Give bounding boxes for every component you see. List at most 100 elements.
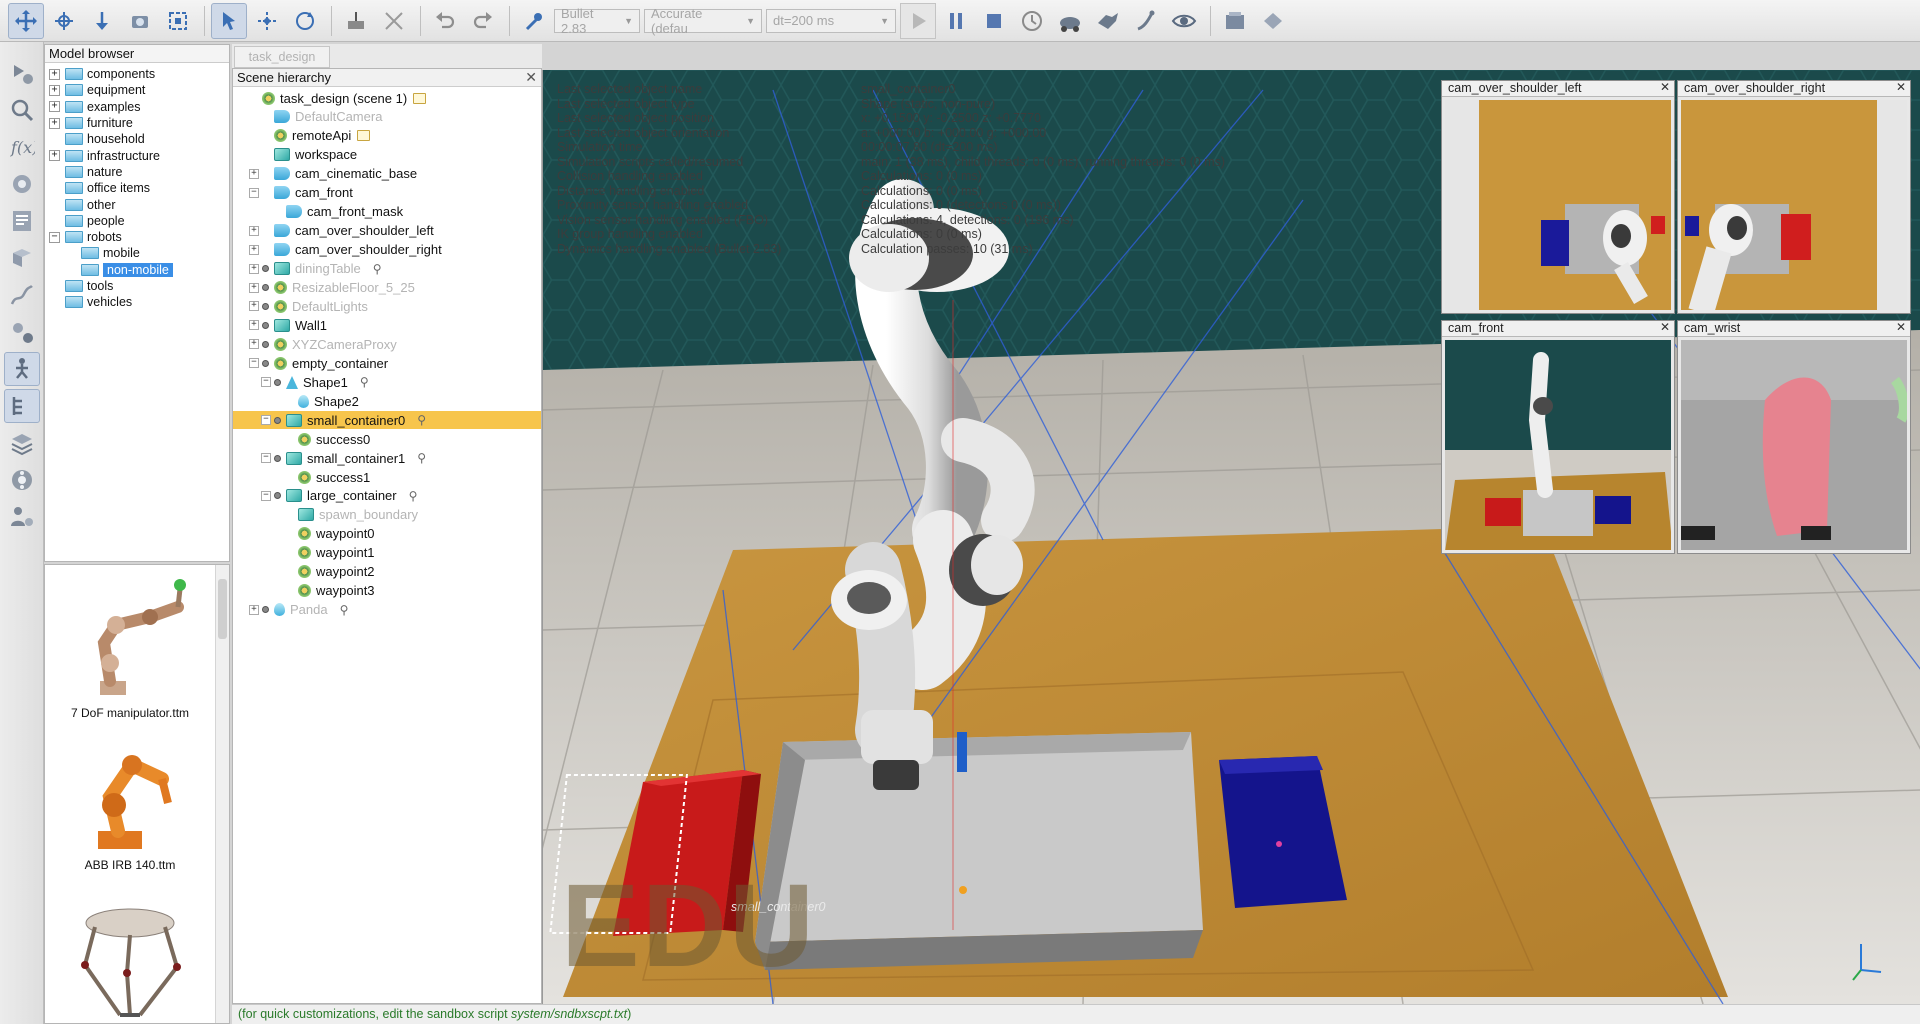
- camera-view-over-shoulder-left[interactable]: cam_over_shoulder_left ✕: [1441, 80, 1675, 314]
- model-folder-household[interactable]: household: [45, 131, 229, 147]
- scene-object-spawn-boundary[interactable]: spawn_boundary: [233, 506, 541, 524]
- tree-expander-icon[interactable]: +: [49, 117, 60, 129]
- close-icon[interactable]: ✕: [525, 69, 537, 86]
- scene-object-cam-over-shoulder-left[interactable]: + cam_over_shoulder_left: [233, 222, 541, 240]
- model-folder-office-items[interactable]: office items: [45, 180, 229, 196]
- scene-object-workspace[interactable]: workspace: [233, 146, 541, 164]
- tree-expander-icon[interactable]: +: [249, 339, 259, 350]
- thumbnails-scrollbar[interactable]: [215, 565, 229, 1023]
- scene-object-small-container1[interactable]: − small_container1 ⚲: [233, 449, 541, 467]
- tree-expander-icon[interactable]: +: [49, 150, 60, 162]
- scripts-icon[interactable]: [4, 204, 40, 238]
- scene-object-cam-front-mask[interactable]: cam_front_mask: [233, 203, 541, 221]
- dynamic-properties-icon[interactable]: ⚲: [340, 603, 355, 617]
- scene-hierarchy-toggle-icon[interactable]: [1217, 3, 1253, 39]
- visibility-toggle-icon[interactable]: [262, 302, 269, 310]
- layers-icon[interactable]: [1255, 3, 1291, 39]
- functions-icon[interactable]: f(x): [4, 130, 40, 164]
- click-select-icon[interactable]: [211, 2, 247, 39]
- model-folder-robots[interactable]: − robots: [45, 229, 229, 245]
- tree-expander-icon[interactable]: −: [261, 377, 271, 388]
- scene-object-waypoint0[interactable]: waypoint0: [233, 525, 541, 543]
- close-icon[interactable]: ✕: [1660, 81, 1670, 95]
- model-folder-tools[interactable]: tools: [45, 278, 229, 294]
- scene-object-remoteapi[interactable]: remoteApi: [233, 127, 541, 145]
- fit-to-view-icon[interactable]: [160, 3, 196, 39]
- model-folder-infrastructure[interactable]: + infrastructure: [45, 147, 229, 163]
- scene-object-success1[interactable]: success1: [233, 468, 541, 486]
- scene-viewport[interactable]: Last selected object name Last selected o…: [542, 70, 1920, 1004]
- visibility-toggle-icon[interactable]: [262, 340, 269, 348]
- visibility-toggle-icon[interactable]: [262, 284, 269, 291]
- visualization-icon[interactable]: [1166, 3, 1202, 39]
- dynamic-properties-icon[interactable]: ⚲: [417, 413, 432, 427]
- shape-edit-icon[interactable]: [4, 241, 40, 275]
- scene-object-waypoint2[interactable]: waypoint2: [233, 563, 541, 581]
- scene-object-cam-front[interactable]: − cam_front: [233, 184, 541, 202]
- transfer-dna-icon[interactable]: [376, 3, 412, 39]
- tree-expander-icon[interactable]: +: [249, 282, 259, 293]
- model-thumbnail-delta[interactable]: [45, 895, 215, 1023]
- camera-shift-icon[interactable]: [84, 3, 120, 39]
- camera-pan-icon[interactable]: [8, 2, 44, 39]
- undo-icon[interactable]: [427, 3, 463, 39]
- model-folder-nature[interactable]: nature: [45, 164, 229, 180]
- model-folder-mobile[interactable]: mobile: [45, 245, 229, 261]
- tree-expander-icon[interactable]: +: [249, 320, 259, 331]
- user-settings-icon[interactable]: [4, 500, 40, 534]
- path-edit-icon[interactable]: [4, 278, 40, 312]
- scrollbar-thumb[interactable]: [218, 579, 227, 639]
- tree-expander-icon[interactable]: +: [249, 225, 259, 236]
- scene-object-xyzcameraproxy[interactable]: + XYZCameraProxy: [233, 335, 541, 353]
- tree-expander-icon[interactable]: +: [249, 604, 259, 615]
- scene-object-wall1[interactable]: + Wall1: [233, 316, 541, 334]
- script-icon[interactable]: [357, 130, 371, 142]
- faster-icon[interactable]: [1090, 3, 1126, 39]
- model-thumbnail-abb-irb140[interactable]: ABB IRB 140.ttm: [45, 735, 215, 872]
- tab-task-design[interactable]: task_design: [234, 46, 330, 68]
- model-folder-other[interactable]: other: [45, 196, 229, 212]
- visibility-toggle-icon[interactable]: [274, 416, 281, 424]
- scene-object-waypoint3[interactable]: waypoint3: [233, 582, 541, 600]
- scene-object-panda[interactable]: + Panda ⚲: [233, 601, 541, 619]
- tree-expander-icon[interactable]: +: [49, 68, 60, 80]
- visibility-toggle-icon[interactable]: [262, 321, 269, 329]
- camera-view-wrist[interactable]: cam_wrist ✕: [1677, 320, 1911, 554]
- selection-icon[interactable]: [4, 315, 40, 349]
- model-browser-toggle-icon[interactable]: [4, 352, 40, 386]
- scene-object-defaultlights[interactable]: + DefaultLights: [233, 297, 541, 315]
- camera-view-over-shoulder-right[interactable]: cam_over_shoulder_right ✕: [1677, 80, 1911, 314]
- slower-icon[interactable]: [1052, 3, 1088, 39]
- collections-icon[interactable]: [4, 167, 40, 201]
- model-folder-equipment[interactable]: + equipment: [45, 82, 229, 98]
- dynamic-properties-icon[interactable]: ⚲: [417, 451, 432, 465]
- camera-angle-icon[interactable]: [122, 3, 158, 39]
- tree-expander-icon[interactable]: +: [249, 263, 259, 274]
- layers-icon[interactable]: [4, 426, 40, 460]
- visibility-toggle-icon[interactable]: [262, 265, 269, 273]
- tree-expander-icon[interactable]: −: [249, 187, 259, 198]
- assemble-icon[interactable]: [338, 3, 374, 39]
- scene-object-resizablefloor-5-25[interactable]: + ResizableFloor_5_25: [233, 279, 541, 297]
- scene-object-task-design-scene-1-[interactable]: task_design (scene 1): [233, 89, 541, 107]
- object-rotate-icon[interactable]: [287, 3, 323, 39]
- scene-object-small-container0[interactable]: − small_container0 ⚲: [233, 411, 541, 430]
- close-icon[interactable]: ✕: [1896, 81, 1906, 95]
- video-recorder-icon[interactable]: [4, 463, 40, 497]
- pause-icon[interactable]: [938, 3, 974, 39]
- close-icon[interactable]: ✕: [1896, 321, 1906, 335]
- scene-object-shape2[interactable]: Shape2: [233, 392, 541, 410]
- tree-expander-icon[interactable]: −: [261, 490, 271, 501]
- close-icon[interactable]: ✕: [1660, 321, 1670, 335]
- dynamic-properties-icon[interactable]: ⚲: [360, 375, 375, 389]
- scene-object-shape1[interactable]: − Shape1 ⚲: [233, 373, 541, 391]
- tree-expander-icon[interactable]: −: [249, 358, 259, 369]
- simulation-settings-icon[interactable]: [4, 56, 40, 90]
- thread-icon[interactable]: [1128, 3, 1164, 39]
- object-shift-icon[interactable]: [249, 3, 285, 39]
- model-folder-components[interactable]: + components: [45, 66, 229, 82]
- play-icon[interactable]: [900, 2, 936, 39]
- visibility-toggle-icon[interactable]: [274, 492, 281, 500]
- engine-settings-icon[interactable]: [516, 3, 552, 39]
- visibility-toggle-icon[interactable]: [274, 454, 281, 462]
